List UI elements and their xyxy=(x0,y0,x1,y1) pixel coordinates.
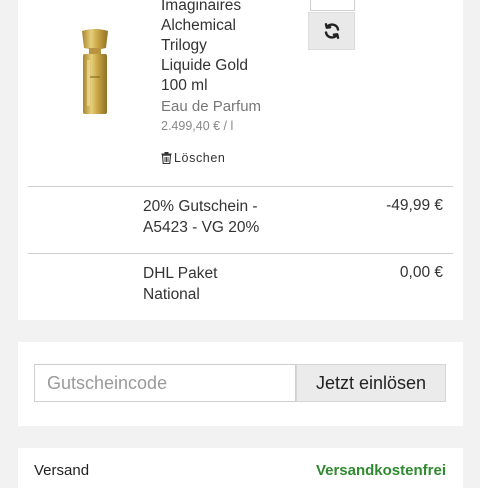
delete-button[interactable]: Löschen xyxy=(161,151,225,165)
refresh-button[interactable] xyxy=(308,12,355,50)
quantity-input[interactable] xyxy=(310,0,355,11)
shipping-amount: 0,00 € xyxy=(399,264,443,281)
product-name-line: Alchemical xyxy=(161,17,236,34)
discount-line: 20% Gutschein - xyxy=(143,198,258,215)
redeem-coupon-button[interactable]: Jetzt einlösen xyxy=(296,364,446,402)
coupon-code-input[interactable] xyxy=(34,364,296,402)
product-name-line: Trilogy xyxy=(161,37,207,54)
free-shipping-value: Versandkostenfrei xyxy=(315,462,446,479)
divider xyxy=(28,186,453,187)
unit-price: 2.499,40 € / l xyxy=(161,119,234,133)
trash-icon xyxy=(161,152,172,164)
product-size: 100 ml xyxy=(161,77,208,94)
divider xyxy=(28,253,453,254)
perfume-bottle-icon[interactable] xyxy=(78,28,112,116)
shipping-method: DHL Paket National xyxy=(143,263,293,305)
product-type: Eau de Parfum xyxy=(161,98,262,115)
delete-label: Löschen xyxy=(174,151,226,165)
cart-card: Imaginaires Alchemical Trilogy Liquide G… xyxy=(18,0,463,320)
order-summary-card: Versand Versandkostenfrei xyxy=(18,448,463,488)
discount-amount: -49,99 € xyxy=(386,197,443,214)
shipping-method-line: DHL Paket xyxy=(143,265,218,282)
product-name-line: Imaginaires xyxy=(161,0,242,14)
refresh-icon xyxy=(324,23,339,39)
product-name-line: Liquide Gold xyxy=(161,57,249,74)
shipping-label: Versand xyxy=(34,462,90,479)
product-name[interactable]: Imaginaires Alchemical Trilogy Liquide G… xyxy=(161,0,248,96)
coupon-card: Jetzt einlösen xyxy=(18,342,463,426)
discount-line: A5423 - VG 20% xyxy=(143,219,260,236)
shipping-method-line: National xyxy=(143,286,200,303)
discount-description: 20% Gutschein - A5423 - VG 20% xyxy=(143,196,293,238)
